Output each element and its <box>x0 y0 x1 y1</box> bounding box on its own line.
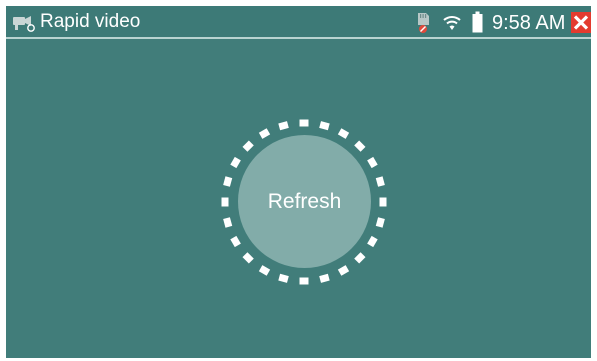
camera-record-icon <box>13 16 35 32</box>
close-icon <box>573 15 589 30</box>
ring-dot <box>337 265 350 276</box>
ring-dot <box>221 197 229 207</box>
ring-dot <box>379 197 387 207</box>
battery-icon <box>472 11 483 33</box>
ring-dot <box>367 235 378 248</box>
clock: 9:58 AM <box>492 12 566 34</box>
ring-dot <box>299 119 309 127</box>
sd-card-error-icon <box>418 13 429 33</box>
ring-dot <box>278 121 289 131</box>
ring-dot <box>354 252 366 264</box>
ring-dot <box>375 217 385 228</box>
ring-dot <box>337 128 350 139</box>
ring-dot <box>223 176 233 187</box>
ring-dot <box>299 277 309 285</box>
ring-dot <box>230 156 241 169</box>
ring-dot <box>223 217 233 228</box>
ring-dot <box>319 273 330 283</box>
ring-dot <box>354 140 366 152</box>
close-button[interactable] <box>571 12 591 33</box>
app-screen: Rapid video 9:58 AM Refresh <box>6 6 591 358</box>
ring-dot <box>375 176 385 187</box>
ring-dot <box>242 252 254 264</box>
status-bar: Rapid video 9:58 AM <box>6 6 591 38</box>
ring-dot <box>319 121 330 131</box>
ring-dot <box>230 235 241 248</box>
app-title: Rapid video <box>40 11 141 32</box>
status-bar-divider <box>6 37 591 39</box>
ring-dot <box>278 273 289 283</box>
wifi-icon <box>443 16 461 30</box>
refresh-button[interactable]: Refresh <box>238 135 371 268</box>
ring-dot <box>242 140 254 152</box>
ring-dot <box>367 156 378 169</box>
refresh-label: Refresh <box>267 189 342 213</box>
ring-dot <box>258 265 271 276</box>
ring-dot <box>258 128 271 139</box>
